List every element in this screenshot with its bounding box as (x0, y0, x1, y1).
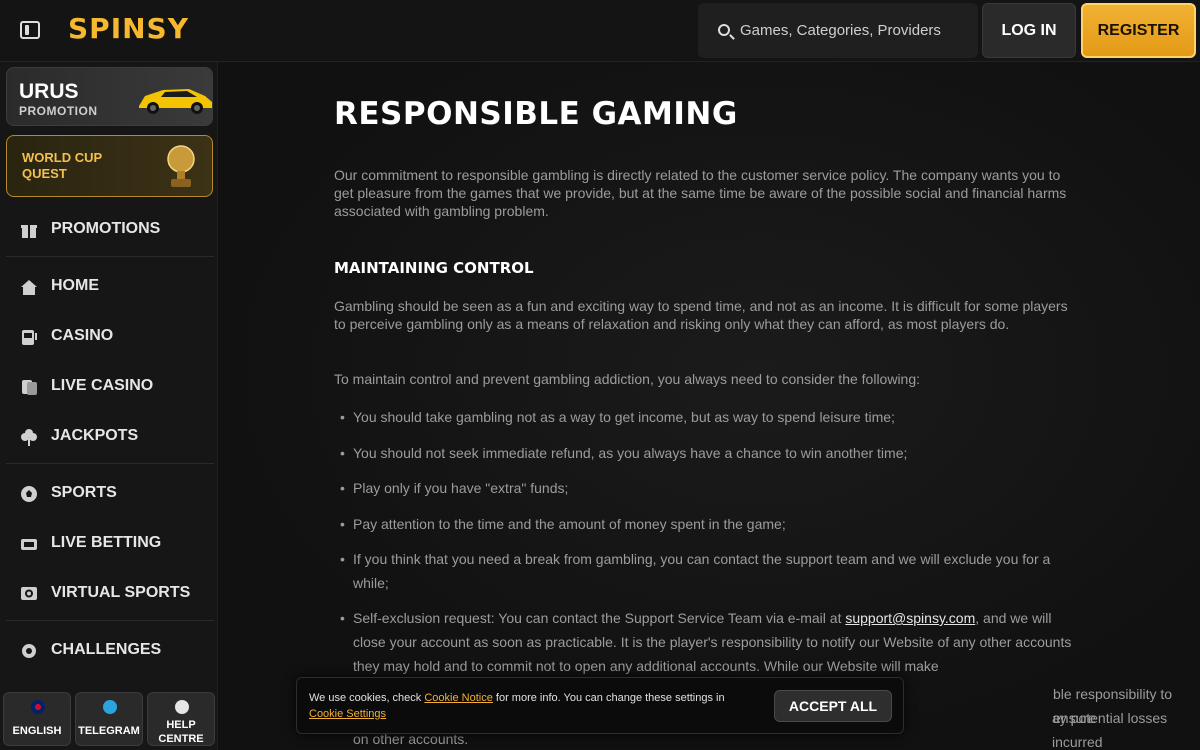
help-icon (175, 700, 189, 714)
home-icon (21, 280, 37, 295)
control-paragraph: Gambling should be seen as a fun and exc… (334, 298, 1068, 332)
cookie-text-part: We use cookies, check (309, 692, 425, 704)
car-icon (139, 89, 212, 114)
accept-all-button[interactable]: ACCEPT ALL (774, 690, 892, 722)
consider-paragraph: To maintain control and prevent gambling… (334, 371, 921, 387)
list-item: You should take gambling not as a way to… (340, 405, 1078, 429)
search-icon (718, 24, 730, 36)
list-item: You should not seek immediate refund, as… (340, 441, 1078, 465)
divider (6, 256, 214, 257)
virtual-icon (21, 587, 37, 600)
telegram-icon (103, 700, 117, 714)
sidebar-item-label: PROMOTIONS (51, 220, 161, 237)
cards-icon (22, 380, 37, 395)
sidebar-item-label: SPORTS (51, 484, 117, 501)
urus-promotion-banner[interactable]: URUS PROMOTION (6, 67, 213, 126)
sidebar-item-label: HOME (51, 277, 99, 294)
trophy-icon (167, 145, 195, 187)
top-header: SPINSY Games, Categories, Providers LOG … (0, 0, 1200, 62)
gift-icon (21, 225, 37, 238)
cookie-text-part: for more info. You can change these sett… (492, 692, 725, 704)
intro-paragraph: Our commitment to responsible gambling i… (334, 167, 1067, 219)
login-button[interactable]: LOG IN (982, 3, 1076, 58)
world-cup-quest-banner[interactable]: WORLD CUP QUEST (6, 135, 213, 197)
page-title: RESPONSIBLE GAMING (334, 96, 738, 132)
sidebar-item-label: CHALLENGES (51, 641, 162, 658)
clover-icon (21, 429, 37, 446)
ball-icon (21, 486, 37, 502)
sidebar-item-casino[interactable]: CASINO (20, 322, 210, 352)
sidebar-item-sports[interactable]: SPORTS (20, 479, 210, 509)
sidebar-item-jackpots[interactable]: JACKPOTS (20, 422, 210, 452)
list-item: Play only if you have "extra" funds; (340, 476, 1078, 500)
slot-machine-icon (22, 330, 37, 345)
world-cup-title: WORLD CUP QUEST (22, 150, 102, 181)
cookie-text: We use cookies, check Cookie Notice for … (309, 690, 759, 722)
sidebar-item-label: LIVE CASINO (51, 377, 154, 394)
telegram-label: TELEGRAM (78, 725, 140, 737)
search-placeholder[interactable]: Games, Categories, Providers (740, 22, 941, 39)
language-label: ENGLISH (12, 725, 62, 737)
divider (6, 463, 214, 464)
sidebar-item-label: VIRTUAL SPORTS (51, 584, 191, 601)
gear-icon (22, 644, 36, 658)
self-exclusion-prefix: Self-exclusion request: You can contact … (353, 610, 846, 626)
cookie-settings-link[interactable]: Cookie Settings (309, 708, 386, 720)
sidebar-toggle-icon[interactable] (20, 21, 40, 39)
live-icon (21, 539, 37, 550)
urus-subtitle: PROMOTION (19, 104, 98, 118)
support-email-link[interactable]: support@spinsy.com (845, 610, 975, 626)
list-item: Pay attention to the time and the amount… (340, 512, 1078, 536)
partial-line: ay potential losses incurred (1052, 710, 1168, 750)
list-item-self-exclusion: Self-exclusion request: You can contact … (340, 606, 1078, 678)
search-box[interactable]: Games, Categories, Providers (698, 3, 978, 58)
list-item: If you think that you need a break from … (340, 547, 1078, 595)
language-button[interactable]: ENGLISH (3, 692, 71, 746)
help-label-line1: HELP (166, 719, 196, 731)
sidebar-bottom-buttons: ENGLISH TELEGRAM HELP CENTRE (0, 690, 218, 750)
register-button[interactable]: REGISTER (1081, 3, 1196, 58)
sidebar-item-virtual-sports[interactable]: VIRTUAL SPORTS (20, 579, 210, 609)
sidebar-item-label: LIVE BETTING (51, 534, 162, 551)
sidebar-item-label: JACKPOTS (51, 427, 139, 444)
uk-flag-icon (31, 700, 45, 714)
cookie-notice-link[interactable]: Cookie Notice (424, 692, 492, 704)
sidebar: URUS PROMOTION WORLD CUP QUEST PROMOTION… (0, 62, 218, 750)
sidebar-item-live-casino[interactable]: LIVE CASINO (20, 372, 210, 402)
sidebar-item-label: CASINO (51, 327, 114, 344)
sidebar-item-challenges[interactable]: CHALLENGES (20, 636, 210, 666)
help-centre-button[interactable]: HELP CENTRE (147, 692, 215, 746)
sidebar-item-live-betting[interactable]: LIVE BETTING (20, 529, 210, 559)
divider (6, 620, 214, 621)
section-title: MAINTAINING CONTROL (334, 259, 534, 277)
main-content: RESPONSIBLE GAMING Our commitment to res… (219, 62, 1200, 750)
telegram-button[interactable]: TELEGRAM (75, 692, 143, 746)
urus-title: URUS (19, 80, 79, 103)
site-logo[interactable]: SPINSY (68, 12, 189, 45)
cookie-banner: We use cookies, check Cookie Notice for … (296, 677, 904, 734)
sidebar-item-home[interactable]: HOME (20, 272, 210, 302)
help-label-line2: CENTRE (158, 733, 204, 745)
sidebar-item-promotions[interactable]: PROMOTIONS (20, 215, 210, 245)
